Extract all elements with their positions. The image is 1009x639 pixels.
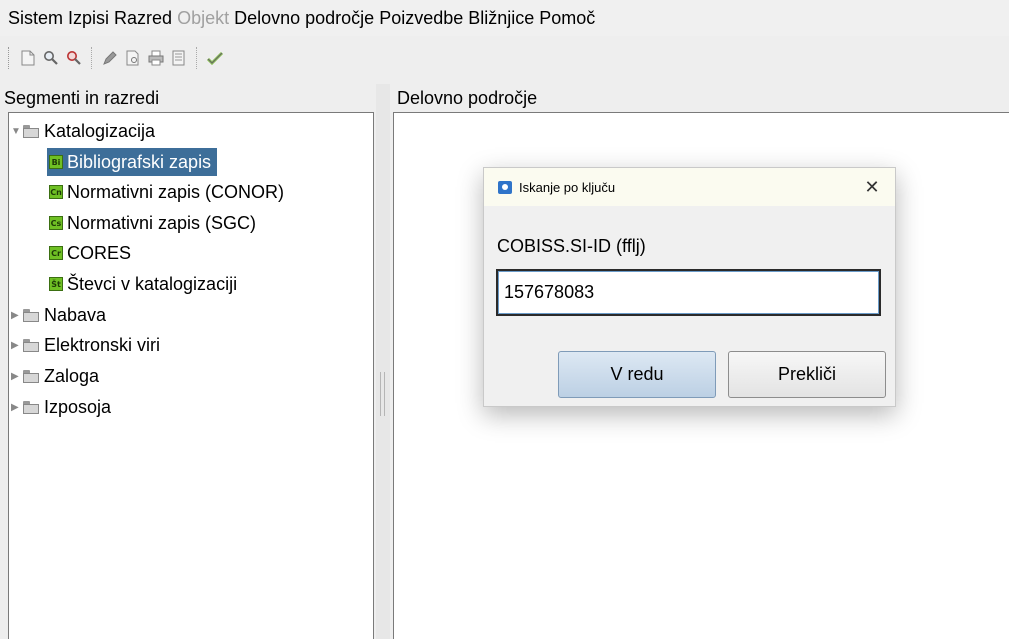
panel-splitter[interactable] (376, 84, 390, 639)
menu-delovno-podrocje[interactable]: Delovno področje (234, 8, 374, 29)
verify-check-icon[interactable] (205, 48, 225, 68)
search-icon[interactable] (41, 48, 61, 68)
new-document-icon[interactable] (18, 48, 38, 68)
segment-tree[interactable]: ▼ Katalogizacija Bi Bibliografski zapis … (8, 112, 374, 639)
right-panel-title: Delovno področje (397, 87, 538, 108)
cancel-button[interactable]: Prekliči (728, 351, 886, 398)
bibliographic-record-icon: Bi (49, 155, 63, 169)
expanded-arrow-icon[interactable]: ▼ (11, 126, 23, 137)
preview-document-icon[interactable] (123, 48, 143, 68)
tree-node-label: Elektronski viri (44, 334, 161, 355)
toolbar (0, 40, 1009, 76)
field-label: COBISS.SI-ID (fflj) (497, 236, 646, 256)
cobiss-logo-icon (498, 180, 512, 194)
cobiss-id-input[interactable] (496, 269, 881, 316)
tree-node-elektronski-viri[interactable]: ▶ Elektronski viri (11, 331, 160, 359)
tree-node-nabava[interactable]: ▶ Nabava (11, 301, 106, 329)
tree-node-label: Katalogizacija (44, 120, 156, 141)
ok-button[interactable]: V redu (558, 351, 716, 398)
menu-pomoc[interactable]: Pomoč (539, 8, 595, 29)
menu-izpisi[interactable]: Izpisi (68, 8, 109, 29)
search-key-icon[interactable] (64, 48, 84, 68)
tree-node-label: Števci v katalogizaciji (67, 273, 238, 294)
close-icon[interactable]: ✕ (859, 174, 885, 200)
tree-node-zaloga[interactable]: ▶ Zaloga (11, 362, 99, 390)
toolbar-separator (196, 47, 199, 69)
folder-icon (23, 369, 40, 383)
cores-record-icon: Cr (49, 246, 63, 260)
tree-node-label: Normativni zapis (CONOR) (67, 181, 285, 202)
tree-node-conor[interactable]: Cn Normativni zapis (CONOR) (49, 178, 284, 206)
tree-node-katalogizacija[interactable]: ▼ Katalogizacija (11, 117, 155, 145)
print-list-icon[interactable] (169, 48, 189, 68)
collapsed-arrow-icon[interactable]: ▶ (11, 371, 23, 382)
tree-node-label: Zaloga (44, 365, 100, 386)
folder-icon (23, 338, 40, 352)
menu-razred[interactable]: Razred (114, 8, 172, 29)
folder-icon (23, 308, 40, 322)
tree-node-izposoja[interactable]: ▶ Izposoja (11, 393, 111, 421)
menu-bliznjice[interactable]: Bližnjice (468, 8, 534, 29)
tree-node-label: Izposoja (44, 396, 112, 417)
key-search-dialog: Iskanje po ključu ✕ COBISS.SI-ID (fflj) … (483, 167, 896, 407)
collapsed-arrow-icon[interactable]: ▶ (11, 340, 23, 351)
menu-bar: Sistem Izpisi Razred Objekt Delovno podr… (0, 0, 1009, 36)
dialog-title-bar[interactable]: Iskanje po ključu ✕ (484, 168, 895, 206)
tree-node-label: CORES (67, 242, 132, 263)
menu-sistem[interactable]: Sistem (8, 8, 63, 29)
print-icon[interactable] (146, 48, 166, 68)
toolbar-grip[interactable] (8, 47, 12, 69)
tree-node-cores[interactable]: Cr CORES (49, 239, 131, 267)
left-panel-title: Segmenti in razredi (4, 87, 160, 108)
menu-objekt: Objekt (177, 7, 230, 28)
tree-node-stevci[interactable]: Št Števci v katalogizaciji (49, 270, 237, 298)
edit-pencil-icon[interactable] (100, 48, 120, 68)
collapsed-arrow-icon[interactable]: ▶ (11, 402, 23, 413)
counter-icon: Št (49, 277, 63, 291)
dialog-title: Iskanje po ključu (519, 179, 616, 195)
tree-node-label: Nabava (44, 304, 107, 325)
menu-poizvedbe[interactable]: Poizvedbe (379, 8, 463, 29)
authority-record-icon: Cs (49, 216, 63, 230)
tree-node-bibliografski-zapis[interactable]: Bi Bibliografski zapis (47, 148, 218, 176)
splitter-grip[interactable] (380, 372, 385, 416)
folder-icon (23, 124, 40, 138)
folder-icon (23, 400, 40, 414)
collapsed-arrow-icon[interactable]: ▶ (11, 310, 23, 321)
authority-record-icon: Cn (49, 185, 63, 199)
toolbar-separator (91, 47, 94, 69)
tree-node-label: Bibliografski zapis (67, 151, 212, 172)
tree-node-sgc[interactable]: Cs Normativni zapis (SGC) (49, 209, 256, 237)
tree-node-label: Normativni zapis (SGC) (67, 212, 257, 233)
